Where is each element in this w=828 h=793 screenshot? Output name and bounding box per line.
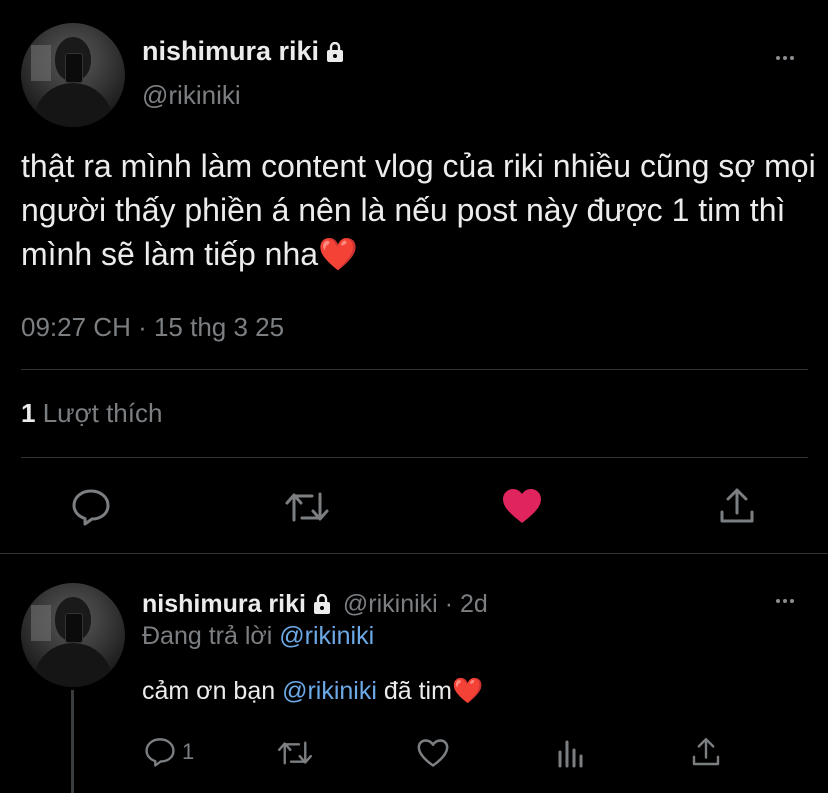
tweet-text-body: thật ra mình làm content vlog của riki n… [21, 148, 816, 272]
author-name-text: nishimura riki [142, 36, 320, 66]
lock-icon [312, 592, 332, 614]
tweet-timestamp[interactable]: 09:27 CH · 15 thg 3 25 [21, 312, 284, 343]
reply-text: cảm ơn bạn @rikiniki đã tim❤️ [142, 677, 483, 706]
lock-icon [325, 38, 345, 62]
likes-summary[interactable]: 1 Lượt thích [21, 398, 162, 429]
heart-emoji: ❤️ [318, 236, 358, 272]
reply-count: 1 [182, 739, 195, 764]
reply-icon [144, 737, 176, 767]
author-avatar[interactable] [21, 23, 125, 127]
like-icon[interactable] [502, 488, 542, 524]
share-icon[interactable] [690, 736, 722, 768]
retweet-icon[interactable] [284, 488, 330, 526]
more-icon[interactable] [776, 56, 794, 60]
reply-mention[interactable]: @rikiniki [282, 677, 377, 705]
section-divider [0, 553, 828, 554]
replying-to: Đang trả lời @rikiniki [142, 622, 374, 651]
reply-age[interactable]: 2d [460, 590, 488, 618]
replying-prefix: Đang trả lời [142, 622, 273, 650]
retweet-icon[interactable] [276, 738, 314, 768]
reply-reply-button[interactable]: 1 [144, 737, 194, 767]
reply-author-avatar[interactable] [21, 583, 125, 687]
reply-author-name[interactable]: nishimura riki [142, 590, 306, 618]
heart-emoji: ❤️ [451, 677, 484, 705]
reply-header: nishimura riki @rikiniki · 2d [142, 590, 488, 619]
reply-icon[interactable] [71, 488, 111, 526]
likes-label: Lượt thích [42, 398, 163, 428]
author-name[interactable]: nishimura riki [142, 36, 345, 67]
reply-text-before: cảm ơn bạn [142, 677, 283, 705]
analytics-icon[interactable] [556, 738, 586, 768]
like-icon[interactable] [416, 738, 450, 768]
tweet-text: thật ra mình làm content vlog của riki n… [21, 144, 821, 276]
replying-to-mention[interactable]: @rikiniki [279, 622, 374, 650]
share-icon[interactable] [718, 486, 756, 526]
divider [21, 369, 808, 370]
divider [21, 457, 808, 458]
reply-separator: · [444, 590, 454, 618]
reply-author-handle[interactable]: @rikiniki [343, 590, 438, 618]
thread-line [71, 690, 74, 793]
reply-more-icon[interactable] [776, 599, 794, 603]
likes-count: 1 [21, 398, 36, 428]
reply-text-after: đã tim [376, 677, 452, 705]
author-handle[interactable]: @rikiniki [142, 80, 241, 111]
